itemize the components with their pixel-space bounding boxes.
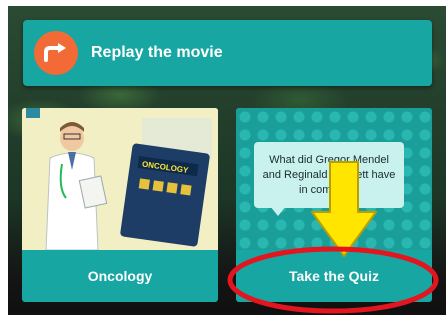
oncology-card[interactable]: ONCOLOGY Oncology [22,108,218,302]
replay-arrow-icon [34,31,78,75]
frame-border-left [0,0,8,329]
annotation-highlight-ellipse [227,246,439,314]
oncology-title: Oncology [87,268,153,284]
bubble-tail [270,206,286,216]
oncology-illustration: ONCOLOGY [22,108,218,251]
replay-movie-label: Replay the movie [91,44,223,61]
small-badge-icon [26,108,40,118]
frame-border-top [0,0,446,6]
frame-border-bottom [0,315,446,329]
replay-movie-button[interactable]: Replay the movie [23,20,432,86]
